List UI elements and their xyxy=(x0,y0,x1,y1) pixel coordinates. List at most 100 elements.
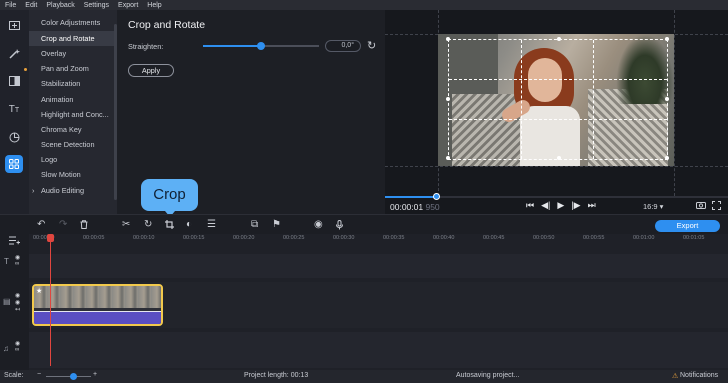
clip-thumbnails xyxy=(34,286,161,308)
scale-slider[interactable] xyxy=(46,376,91,377)
tool-color-adjustments[interactable]: Color Adjustments xyxy=(29,15,115,30)
tool-crop-and-rotate[interactable]: Crop and Rotate xyxy=(29,31,115,46)
crop-handle-top-right[interactable] xyxy=(665,37,669,41)
crop-handle-left[interactable] xyxy=(446,97,450,101)
tool-slow-motion[interactable]: Slow Motion xyxy=(29,167,115,182)
magic-wand-icon[interactable] xyxy=(5,44,23,62)
ruler-tick-label: 00:00:45 xyxy=(483,235,505,241)
menu-export[interactable]: Export xyxy=(118,2,138,9)
straighten-slider-handle[interactable] xyxy=(257,42,265,50)
play-icon[interactable]: ▶ xyxy=(557,200,564,211)
tool-highlight-and-conceal[interactable]: Highlight and Conc... xyxy=(29,107,115,122)
crop-grid-line xyxy=(520,40,522,159)
music-track-icon: ♫ xyxy=(3,344,9,353)
track-visibility-icon[interactable]: ◉ xyxy=(15,292,20,299)
track-visibility-icon[interactable]: ◉ xyxy=(15,254,20,261)
menu-playback[interactable]: Playback xyxy=(46,2,74,9)
track-lock-icon[interactable]: ∞ xyxy=(15,261,19,267)
zoom-in-button[interactable]: + xyxy=(93,371,97,378)
crop-frame[interactable] xyxy=(446,37,669,160)
straighten-slider[interactable] xyxy=(203,42,319,50)
clip-properties-icon[interactable]: ☰ xyxy=(207,219,216,230)
add-track-icon[interactable] xyxy=(9,236,20,248)
ruler-tick-label: 00:00:40 xyxy=(433,235,455,241)
panel-title: Crop and Rotate xyxy=(128,19,206,31)
delete-icon[interactable] xyxy=(80,220,88,232)
transitions-icon[interactable] xyxy=(5,72,23,90)
ruler-tick-label: 00:00:05 xyxy=(83,235,105,241)
reset-rotation-icon[interactable]: ↻ xyxy=(367,39,376,52)
playback-progress-bar[interactable] xyxy=(385,193,728,200)
tool-overlay[interactable]: Overlay xyxy=(29,46,115,61)
split-icon[interactable]: ✂ xyxy=(122,219,130,230)
rotate-icon[interactable]: ↻ xyxy=(144,219,152,230)
menu-help[interactable]: Help xyxy=(147,2,161,9)
scale-label: Scale: xyxy=(4,372,24,379)
step-forward-icon[interactable]: |▶ xyxy=(571,200,580,211)
menu-file[interactable]: File xyxy=(5,2,16,9)
bell-icon[interactable]: ⚠ xyxy=(672,372,678,380)
playback-controls: ⏮ ◀| ▶ |▶ ⏭ xyxy=(526,200,596,211)
text-track[interactable] xyxy=(29,254,728,278)
marker-icon[interactable]: ⚑ xyxy=(272,219,281,230)
track-lock-icon[interactable]: ∞ xyxy=(15,347,19,353)
playhead[interactable] xyxy=(50,236,51,366)
timeline-ruler[interactable]: 00:00:00 00:00:05 00:00:10 00:00:15 00:0… xyxy=(29,234,728,244)
aspect-ratio-dropdown[interactable]: 16:9 ▾ xyxy=(643,202,663,211)
apply-button[interactable]: Apply xyxy=(128,64,174,77)
crop-handle-right[interactable] xyxy=(665,97,669,101)
ruler-tick-label: 00:00:55 xyxy=(583,235,605,241)
titles-icon[interactable]: TT xyxy=(5,100,23,118)
more-tools-icon[interactable] xyxy=(5,155,23,173)
tool-stabilization[interactable]: Stabilization xyxy=(29,76,115,91)
undo-icon[interactable]: ↶ xyxy=(37,219,45,230)
color-adjust-icon[interactable]: ◐ xyxy=(186,219,192,230)
video-clip[interactable]: ★ xyxy=(32,284,163,326)
redo-icon[interactable]: ↷ xyxy=(59,219,67,230)
skip-end-icon[interactable]: ⏭ xyxy=(588,200,596,211)
crop-handle-bottom-left[interactable] xyxy=(446,156,450,160)
menu-edit[interactable]: Edit xyxy=(25,2,37,9)
guide-line xyxy=(674,10,675,196)
microphone-icon[interactable] xyxy=(336,220,343,233)
tool-audio-editing[interactable]: › Audio Editing xyxy=(29,183,115,198)
tool-logo[interactable]: Logo xyxy=(29,152,115,167)
playback-progress-fill xyxy=(385,196,437,198)
timeline-track-headers: T ◉ ∞ ▤ ◉ ◉ ↤ ♫ ◉ ∞ xyxy=(0,234,29,370)
menu-settings[interactable]: Settings xyxy=(84,2,109,9)
tool-animation[interactable]: Animation xyxy=(29,92,115,107)
clip-volume-line[interactable] xyxy=(34,311,161,312)
timecode-current: 00:00:01 xyxy=(390,202,424,212)
crop-handle-bottom[interactable] xyxy=(557,156,561,160)
overlay-icon[interactable]: ⧉ xyxy=(251,219,258,230)
straighten-angle-input[interactable]: 0,0° xyxy=(325,40,361,52)
track-audio-icon[interactable]: ◉ xyxy=(15,340,20,347)
export-button[interactable]: Export xyxy=(655,220,720,232)
tool-chroma-key[interactable]: Chroma Key xyxy=(29,122,115,137)
status-bar: Scale: − + Project length: 00:13 Autosav… xyxy=(0,370,728,383)
crop-handle-top[interactable] xyxy=(557,37,561,41)
tool-pan-and-zoom[interactable]: Pan and Zoom xyxy=(29,61,115,76)
snapshot-icon[interactable] xyxy=(696,201,706,211)
chevron-right-icon: › xyxy=(32,186,35,195)
skip-start-icon[interactable]: ⏮ xyxy=(526,200,534,211)
track-link-icon[interactable]: ↤ xyxy=(15,306,20,313)
crop-handle-top-left[interactable] xyxy=(446,37,450,41)
playback-progress-handle[interactable] xyxy=(433,193,441,200)
fullscreen-icon[interactable] xyxy=(712,201,721,212)
music-track[interactable] xyxy=(29,332,728,368)
favorite-star-icon: ★ xyxy=(36,288,43,295)
stickers-icon[interactable] xyxy=(5,128,23,146)
project-length: Project length: 00:13 xyxy=(244,372,309,379)
tool-scene-detection[interactable]: Scene Detection xyxy=(29,137,115,152)
notifications-link[interactable]: Notifications xyxy=(680,372,718,379)
step-back-icon[interactable]: ◀| xyxy=(541,200,550,211)
import-icon[interactable] xyxy=(5,16,23,34)
scale-slider-handle[interactable] xyxy=(70,373,77,380)
crop-icon[interactable] xyxy=(165,220,174,232)
text-track-icon: T xyxy=(4,257,9,266)
track-audio-icon[interactable]: ◉ xyxy=(15,299,20,306)
crop-handle-bottom-right[interactable] xyxy=(665,156,669,160)
zoom-out-button[interactable]: − xyxy=(37,371,41,378)
webcam-icon[interactable]: ◉ xyxy=(314,219,323,230)
